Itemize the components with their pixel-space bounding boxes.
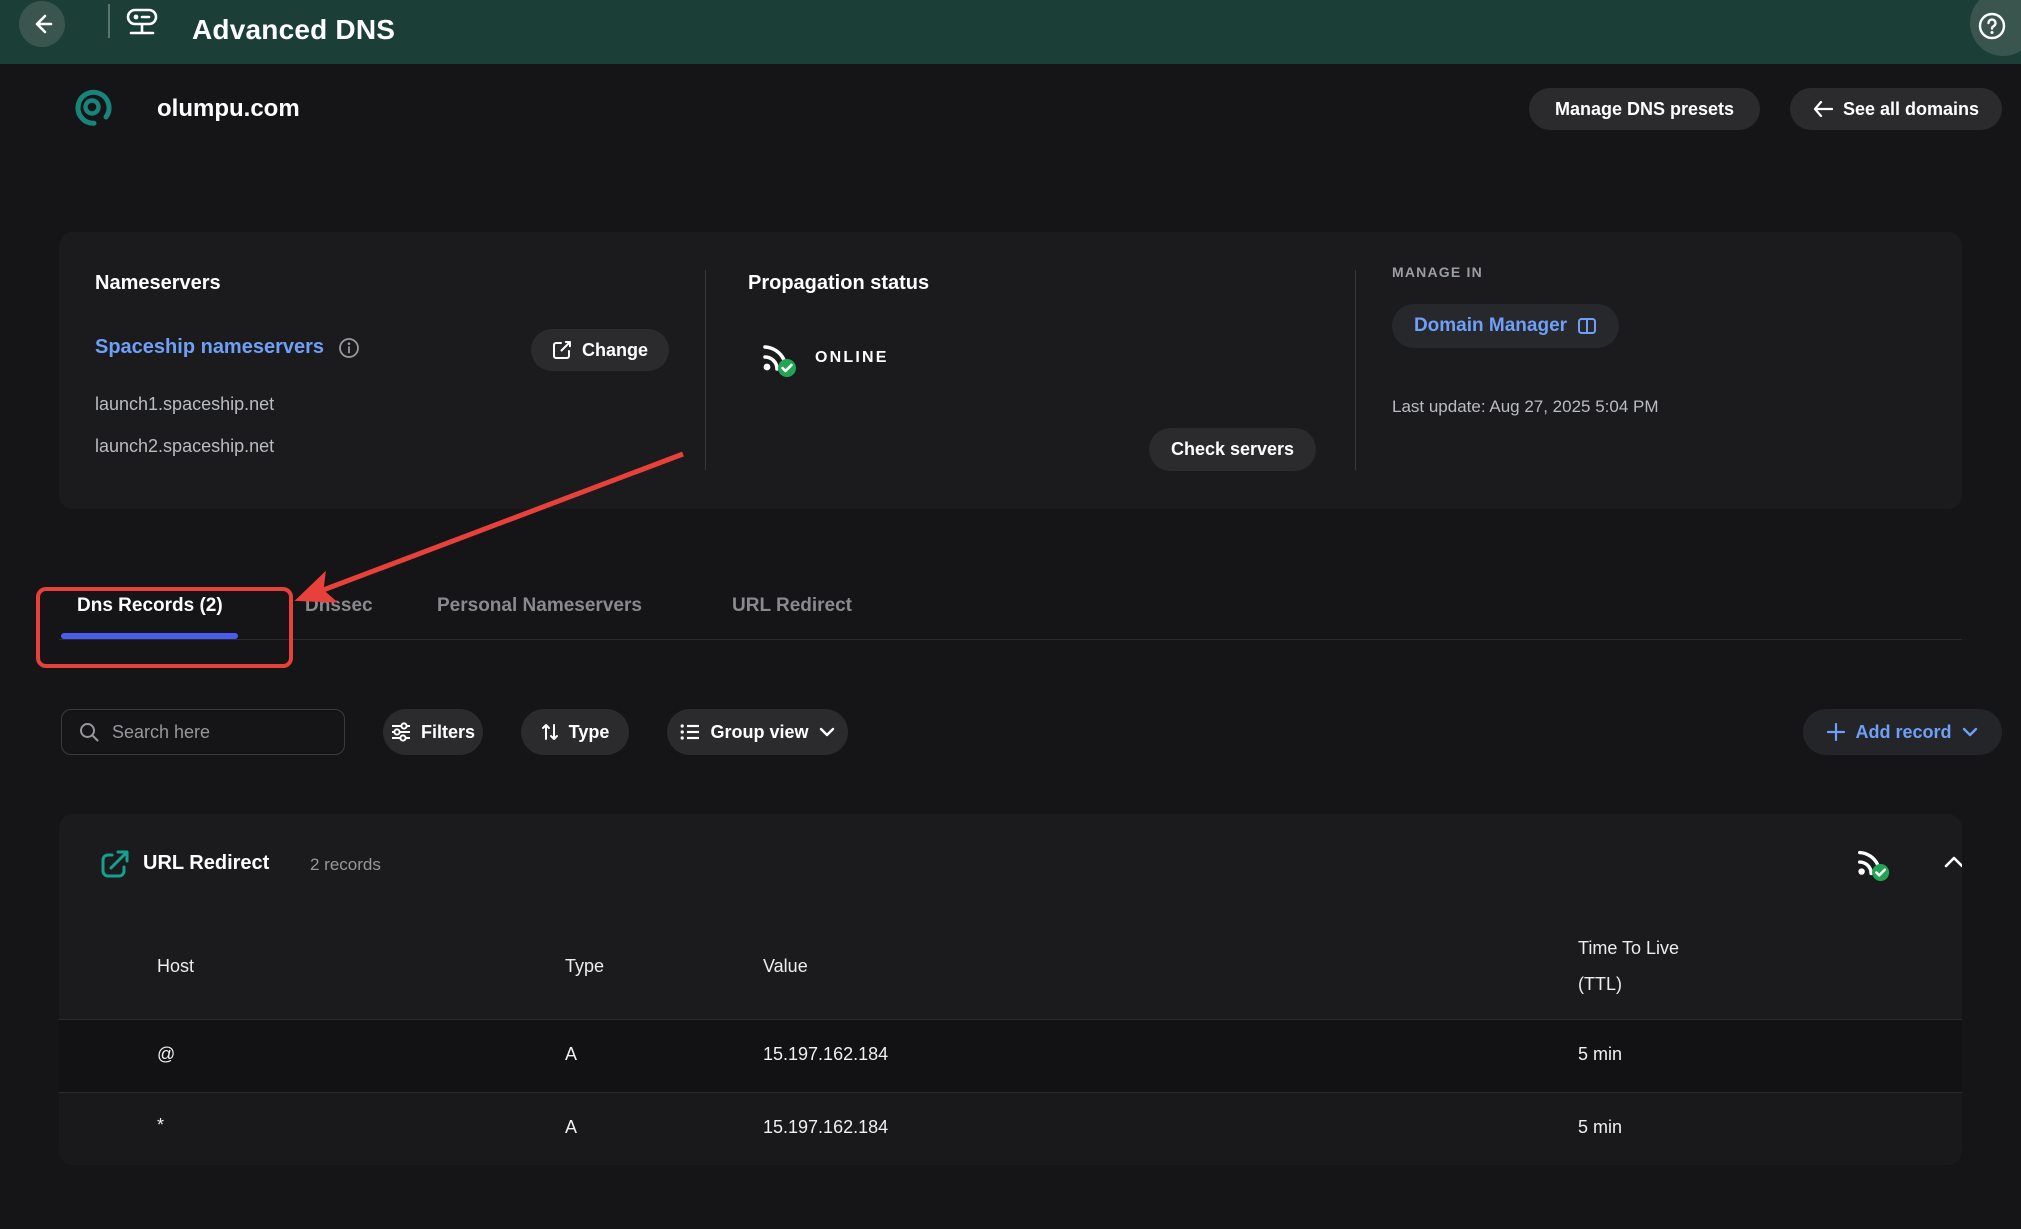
propagation-heading: Propagation status [748,272,929,295]
filters-label: Filters [421,722,475,743]
cell-ttl: 5 min [1578,1117,1622,1138]
add-record-label: Add record [1855,722,1951,743]
arrow-left-icon [30,12,54,36]
table-row-wildcard[interactable]: * A 15.197.162.184 5 min [59,1093,1962,1165]
page-title: Advanced DNS [192,14,395,46]
manage-in-heading: MANAGE IN [1392,264,1483,280]
table-row-at[interactable]: @ A 15.197.162.184 5 min [59,1020,1962,1092]
group-view-dropdown[interactable]: Group view [667,709,848,755]
cell-value: 15.197.162.184 [763,1044,888,1065]
nameservers-provider: Spaceship nameservers [95,336,324,359]
column-header-value: Value [763,956,808,977]
domain-logo-icon [73,87,115,129]
card-divider [1355,270,1356,470]
type-label: Type [569,722,610,743]
domain-name: olumpu.com [157,95,300,123]
question-mark-icon [1977,11,2007,41]
add-record-button[interactable]: Add record [1803,709,2002,755]
last-update-text: Last update: Aug 27, 2025 5:04 PM [1392,397,1659,417]
propagation-status-text: ONLINE [815,349,889,367]
nameserver-1: launch1.spaceship.net [95,394,274,415]
cell-host: * [157,1115,164,1136]
cell-host: @ [157,1044,175,1065]
chevron-down-icon [819,727,835,737]
cell-ttl: 5 min [1578,1044,1622,1065]
status-card: Nameservers Spaceship nameservers Change [59,232,1962,509]
url-redirect-link-icon [99,848,131,880]
check-servers-label: Check servers [1171,439,1294,460]
back-button[interactable] [19,1,65,47]
filters-button[interactable]: Filters [383,709,483,755]
help-button[interactable] [1970,0,2021,56]
tab-dnssec[interactable]: Dnssec [305,595,373,617]
cell-value: 15.197.162.184 [763,1117,888,1138]
see-all-domains-button[interactable]: See all domains [1790,88,2002,130]
card-divider [705,270,706,470]
active-tab-underline [61,633,238,639]
tab-url-redirect[interactable]: URL Redirect [732,595,852,617]
manage-dns-presets-button[interactable]: Manage DNS presets [1529,88,1760,130]
search-input-wrapper [61,709,345,755]
domain-manager-label: Domain Manager [1414,315,1567,337]
advanced-dns-page: Advanced DNS olumpu.com Manage DNS prese… [0,0,2021,1229]
tab-dns-records[interactable]: Dns Records (2) [77,595,223,617]
change-label: Change [582,340,648,361]
type-sort-button[interactable]: Type [521,709,629,755]
list-view-icon [680,723,700,741]
column-header-host: Host [157,956,194,977]
chevron-down-icon [1962,727,1978,737]
collapse-group-button[interactable] [1944,856,1962,868]
nameservers-heading: Nameservers [95,272,221,295]
tab-personal-nameservers[interactable]: Personal Nameservers [437,595,642,617]
search-icon [78,721,100,743]
group-view-label: Group view [710,722,808,743]
manage-dns-presets-label: Manage DNS presets [1555,99,1734,120]
info-icon[interactable] [338,337,360,359]
change-nameservers-button[interactable]: Change [531,329,669,371]
edit-icon [552,340,572,360]
cell-type: A [565,1044,577,1065]
cell-type: A [565,1117,577,1138]
topbar-divider [108,4,110,38]
dns-server-icon [124,6,160,40]
nameserver-2: launch2.spaceship.net [95,436,274,457]
group-propagation-ok-icon [1854,844,1892,882]
records-count: 2 records [310,855,381,875]
domain-manager-button[interactable]: Domain Manager [1392,304,1619,348]
column-header-type: Type [565,956,604,977]
records-group-title: URL Redirect [143,852,269,875]
search-input[interactable] [110,721,328,744]
tabs-baseline [59,639,1962,640]
top-bar: Advanced DNS [0,0,2021,64]
see-all-domains-label: See all domains [1843,99,1979,120]
propagation-online-icon [759,338,799,378]
chevron-up-icon [1944,856,1962,868]
column-header-ttl-line2: (TTL) [1578,974,1622,995]
plus-icon [1827,723,1845,741]
sort-arrows-icon [541,722,559,742]
check-servers-button[interactable]: Check servers [1149,428,1316,471]
records-card: URL Redirect 2 records Host Type Value T… [59,814,1962,1165]
open-book-icon [1577,317,1597,335]
arrow-left-icon [1813,101,1833,117]
filters-sliders-icon [391,722,411,742]
column-header-ttl-line1: Time To Live [1578,938,1679,959]
